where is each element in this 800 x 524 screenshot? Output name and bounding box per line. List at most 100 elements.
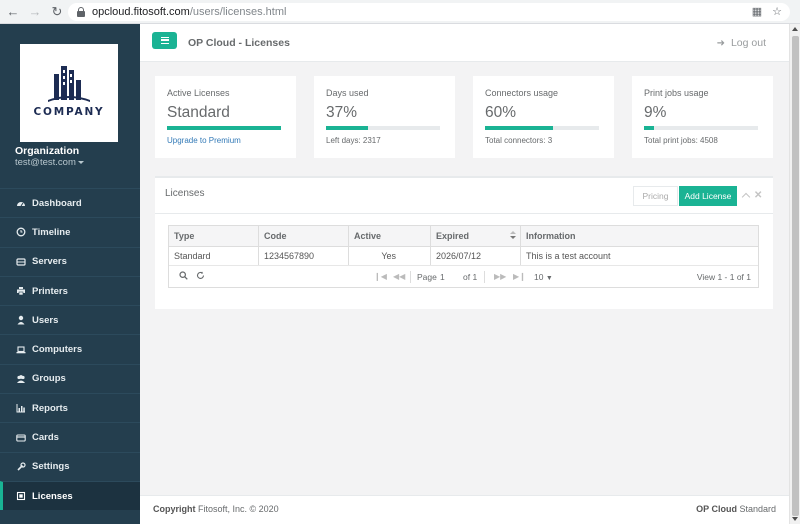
menu-toggle-button[interactable] [152, 32, 177, 49]
address-bar[interactable]: opcloud.fitosoft.com/users/licenses.html… [68, 3, 790, 21]
card-icon [16, 433, 26, 443]
sidebar-item-printers[interactable]: Printers [0, 275, 140, 305]
card-value: 9% [644, 104, 667, 121]
logout-label: Log out [730, 37, 766, 49]
card-value: Standard [167, 104, 230, 121]
star-icon[interactable]: ☆ [772, 5, 782, 18]
sidebar-item-label: Dashboard [32, 197, 82, 209]
sidebar-item-licenses[interactable]: Licenses [0, 480, 140, 511]
days-used-card: Days used 37% Left days: 2317 [314, 76, 455, 158]
sidebar-item-label: Timeline [32, 226, 71, 238]
scroll-thumb[interactable] [792, 36, 799, 516]
add-license-button[interactable]: Add License [679, 186, 737, 206]
translate-icon[interactable]: ▦ [752, 5, 762, 18]
copyright: Copyright Fitosoft, Inc. © 2020 [153, 504, 279, 514]
sidebar-item-settings[interactable]: Settings [0, 451, 140, 481]
column-header-active[interactable]: Active [349, 226, 431, 246]
cell-type: Standard [169, 247, 259, 265]
product-edition: OP Cloud Standard [696, 504, 776, 514]
column-header-code[interactable]: Code [259, 226, 349, 246]
cell-active: Yes [349, 247, 431, 265]
wrench-icon [16, 462, 26, 472]
collapse-chevron-icon[interactable] [741, 192, 751, 202]
refresh-icon[interactable] [196, 271, 205, 282]
logo-text: COMPANY [33, 106, 105, 118]
progress-bar [485, 126, 599, 130]
copyright-text: Fitosoft, Inc. © 2020 [198, 504, 279, 514]
company-logo: COMPANY [20, 44, 118, 142]
progress-bar [326, 126, 440, 130]
progress-fill [167, 126, 281, 130]
logout-link[interactable]: ➜ Log out [717, 37, 766, 49]
page-size-value: 10 [534, 272, 544, 282]
page-size-select[interactable]: 10 ▼ [534, 272, 553, 282]
progress-bar [644, 126, 758, 130]
url-host: opcloud.fitosoft.com [92, 6, 190, 18]
sidebar-item-label: Cards [32, 432, 59, 444]
card-value: 60% [485, 104, 517, 121]
sidebar-item-label: Settings [32, 461, 70, 473]
panel-header: Licenses Pricing Add License ✕ [155, 178, 773, 214]
column-header-information[interactable]: Information [521, 226, 758, 246]
card-label: Days used [326, 88, 369, 98]
pricing-button[interactable]: Pricing [633, 186, 678, 206]
sidebar-item-users[interactable]: Users [0, 305, 140, 334]
user-icon [16, 315, 26, 325]
page-of-label: of 1 [463, 272, 478, 282]
card-label: Print jobs usage [644, 88, 709, 98]
page-scrollbar[interactable] [789, 24, 800, 524]
sidebar-item-label: Computers [32, 344, 83, 356]
page-number-input[interactable]: 1 [436, 271, 460, 282]
upgrade-link[interactable]: Upgrade to Premium [167, 136, 241, 145]
sidebar-item-groups[interactable]: Groups [0, 363, 140, 393]
reload-icon[interactable]: ↻ [48, 3, 66, 21]
sidebar-item-label: Printers [32, 285, 68, 297]
sidebar-item-dashboard[interactable]: Dashboard [0, 188, 140, 217]
sidebar-item-timeline[interactable]: Timeline [0, 217, 140, 246]
laptop-icon [16, 345, 26, 355]
caret-down-icon [77, 160, 84, 164]
clock-icon [16, 227, 26, 237]
page-label: Page [417, 272, 437, 282]
lock-icon [76, 7, 86, 17]
progress-fill [326, 126, 369, 130]
org-email-dropdown[interactable]: test@test.com [15, 157, 84, 168]
search-icon[interactable] [179, 271, 188, 282]
sidebar-item-cards[interactable]: Cards [0, 422, 140, 451]
progress-fill [644, 126, 655, 130]
last-page-icon[interactable]: ▶❙ [513, 272, 526, 281]
dashboard-icon [16, 198, 26, 208]
page-number-value: 1 [440, 272, 445, 282]
card-label: Connectors usage [485, 88, 559, 98]
scroll-up-icon[interactable] [792, 27, 798, 31]
back-icon[interactable]: ← [4, 3, 22, 21]
cell-information: This is a test account [526, 251, 611, 261]
licenses-grid: Type Code Active Expired Information Sta… [168, 225, 759, 288]
next-page-icon[interactable]: ▶▶ [494, 272, 506, 281]
hamburger-icon [160, 37, 169, 44]
table-row[interactable]: Standard 1234567890 Yes 2026/07/12 This … [169, 247, 758, 266]
org-email: test@test.com [15, 157, 76, 168]
active-licenses-card: Active Licenses Standard Upgrade to Prem… [155, 76, 296, 158]
sidebar-item-reports[interactable]: Reports [0, 393, 140, 422]
connectors-usage-card: Connectors usage 60% Total connectors: 3 [473, 76, 614, 158]
forward-icon[interactable]: → [26, 3, 44, 21]
sidebar-item-label: Reports [32, 402, 68, 414]
column-header-expired[interactable]: Expired [431, 226, 521, 246]
org-label: Organization [15, 145, 80, 157]
column-header-expired-label: Expired [436, 231, 470, 241]
scroll-down-icon[interactable] [792, 517, 798, 521]
first-page-icon[interactable]: ❙◀ [374, 272, 387, 281]
cell-code: 1234567890 [259, 247, 349, 265]
sidebar-item-label: Servers [32, 256, 67, 268]
sidebar-item-computers[interactable]: Computers [0, 334, 140, 363]
chart-icon [16, 403, 26, 413]
sidebar-item-servers[interactable]: Servers [0, 246, 140, 276]
column-header-type[interactable]: Type [169, 226, 259, 246]
licenses-panel: Licenses Pricing Add License ✕ Type Code… [155, 176, 773, 309]
close-icon[interactable]: ✕ [754, 190, 762, 201]
prev-page-icon[interactable]: ◀◀ [393, 272, 405, 281]
sidebar-item-label: Licenses [32, 490, 73, 502]
url-path: /users/licenses.html [189, 6, 287, 18]
sidebar-nav: Dashboard Timeline Servers Printers User… [0, 188, 140, 511]
